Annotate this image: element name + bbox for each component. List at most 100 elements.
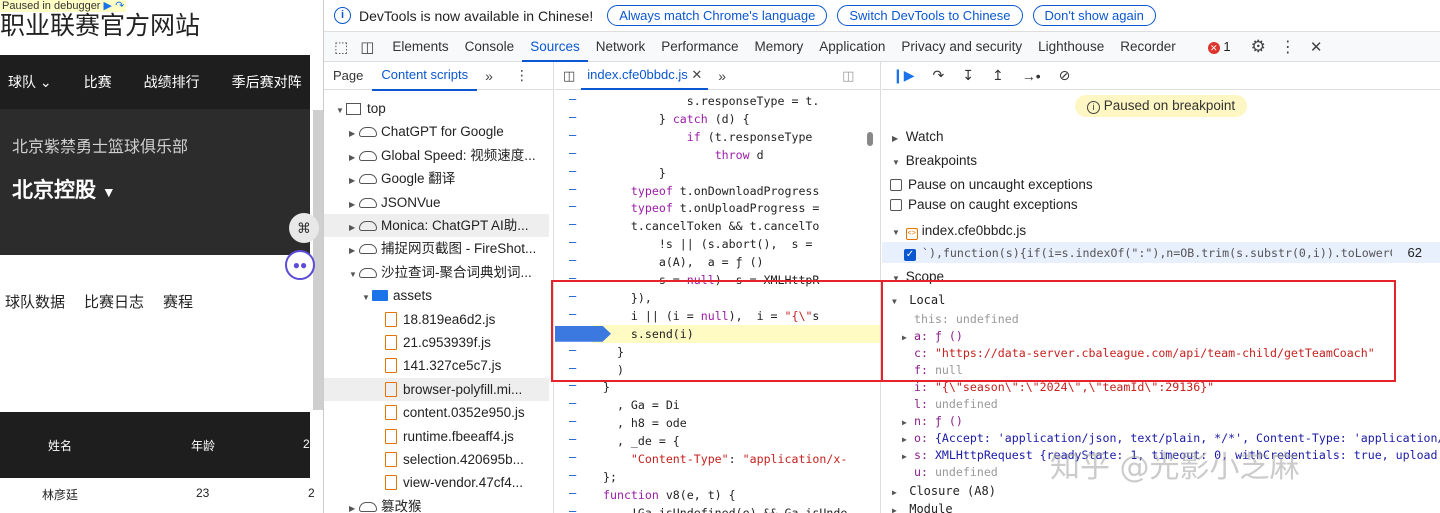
code-line[interactable]: a(A), a = ƒ () <box>555 253 880 271</box>
nav-item-standings[interactable]: 战绩排行 <box>144 72 200 92</box>
code-line[interactable]: if (t.responseType <box>555 128 880 146</box>
code-line[interactable]: typeof t.onUploadProgress = <box>555 199 880 217</box>
tree-item[interactable]: view-vendor.47cf4... <box>324 471 549 494</box>
nav-item-games[interactable]: 比赛 <box>84 72 112 92</box>
collapsed-arrow-icon[interactable]: ▶ <box>349 239 359 260</box>
nav-item-teams[interactable]: 球队 ⌄ <box>8 72 52 92</box>
code-line[interactable]: , h8 = ode <box>555 414 880 432</box>
tab-schedule[interactable]: 赛程 <box>163 291 193 312</box>
step-out-icon[interactable]: ↥ <box>992 67 1004 84</box>
pause-uncaught-checkbox[interactable] <box>890 179 902 191</box>
dont-show-again-button[interactable]: Don't show again <box>1032 5 1156 26</box>
tree-item[interactable]: ▶ JSONVue <box>324 191 549 214</box>
module-scope-header[interactable]: ▶ Module <box>882 499 1440 513</box>
collapsed-arrow-icon[interactable]: ▶ <box>349 216 359 237</box>
deactivate-breakpoints-icon[interactable]: ⊘ <box>1059 67 1071 84</box>
scope-variable[interactable]: l: undefined <box>902 396 998 413</box>
expanded-arrow-icon[interactable]: ▼ <box>336 99 346 120</box>
tree-item[interactable]: ▶ 篡改猴 <box>324 495 549 513</box>
step-over-icon[interactable]: ↷ <box>933 67 945 84</box>
step-icon[interactable]: →• <box>1022 68 1041 84</box>
page-scrollbar[interactable] <box>313 110 323 410</box>
expand-arrow-icon[interactable]: ▶ <box>902 414 914 431</box>
pause-caught-row[interactable]: Pause on caught exceptions <box>882 194 1440 216</box>
tree-item[interactable]: ▶ ChatGPT for Google <box>324 120 549 143</box>
command-icon[interactable]: ⌘ <box>289 213 319 243</box>
code-line[interactable]: } catch (d) { <box>555 110 880 128</box>
device-toggle-icon[interactable]: ◫ <box>360 38 374 56</box>
breakpoint-file-row[interactable]: ▼ <> index.cfe0bbdc.js <box>882 220 1440 242</box>
more-menu-icon[interactable]: ⋮ <box>1280 37 1296 57</box>
editor-scrollbar-thumb[interactable] <box>867 132 873 146</box>
tree-item[interactable]: 141.327ce5c7.js <box>324 354 549 377</box>
expanded-arrow-icon[interactable]: ▼ <box>349 263 359 284</box>
code-line[interactable]: !s || (s.abort(), s = <box>555 235 880 253</box>
pause-caught-checkbox[interactable] <box>890 199 902 211</box>
tree-item[interactable]: browser-polyfill.mi... <box>324 377 549 401</box>
tab-recorder[interactable]: Recorder <box>1112 32 1184 62</box>
tab-memory[interactable]: Memory <box>747 32 812 62</box>
tab-elements[interactable]: Elements <box>384 32 456 62</box>
code-line[interactable]: , _de = { <box>555 432 880 450</box>
step-into-icon[interactable]: ↧ <box>962 67 974 84</box>
code-line[interactable]: !Ga.isUndefined(e) && Ga.isUnde <box>555 504 880 513</box>
switch-to-chinese-button[interactable]: Switch DevTools to Chinese <box>837 5 1023 26</box>
tree-item[interactable]: ▼ assets <box>324 284 549 307</box>
navigator-menu-icon[interactable]: ⋮ <box>515 67 529 84</box>
breakpoints-section-header[interactable]: ▼ Breakpoints <box>882 150 1440 172</box>
code-line[interactable]: "Content-Type": "application/x- <box>555 450 880 468</box>
code-line[interactable]: throw d <box>555 146 880 164</box>
tab-team-data[interactable]: 球队数据 <box>5 291 65 312</box>
code-line[interactable]: s.responseType = t. <box>555 92 880 110</box>
tree-item[interactable]: 21.c953939f.js <box>324 331 549 354</box>
nav-item-playoffs[interactable]: 季后赛对阵 <box>232 72 302 92</box>
collapsed-arrow-icon[interactable]: ▶ <box>349 146 359 167</box>
match-language-button[interactable]: Always match Chrome's language <box>607 5 828 26</box>
tab-application[interactable]: Application <box>811 32 893 62</box>
table-row[interactable]: 林彦廷 23 2 <box>0 480 315 513</box>
tab-network[interactable]: Network <box>588 32 654 62</box>
error-badge[interactable]: ✕ 1 <box>1207 39 1231 54</box>
tree-item[interactable]: ▼ 沙拉查词-聚合词典划词... <box>324 261 549 284</box>
scope-variable[interactable]: u: undefined <box>902 464 998 481</box>
code-line[interactable]: , Ga = Di <box>555 396 880 414</box>
breakpoint-entry[interactable]: ✓ `),function(s){if(i=s.indexOf(":"),n=OB… <box>882 242 1440 263</box>
tree-item[interactable]: content.0352e950.js <box>324 401 549 424</box>
nav-tab-page[interactable]: Page <box>324 62 372 90</box>
tree-item[interactable]: ▶ 捕捉网页截图 - FireShot... <box>324 237 549 260</box>
tree-item[interactable]: 18.819ea6d2.js <box>324 308 549 331</box>
resume-script-icon[interactable]: ❙▶ <box>892 67 915 84</box>
collapsed-arrow-icon[interactable]: ▶ <box>349 193 359 214</box>
extension-assistant-icon[interactable]: ●● <box>285 250 315 280</box>
breakpoint-enabled-checkbox[interactable]: ✓ <box>904 249 916 261</box>
more-tabs-chevron-icon[interactable]: » <box>485 68 493 84</box>
collapsed-arrow-icon[interactable]: ▶ <box>349 122 359 143</box>
inspect-element-icon[interactable]: ⬚ <box>334 38 348 56</box>
expand-arrow-icon[interactable]: ▶ <box>902 431 914 448</box>
tree-item[interactable]: runtime.fbeeaff4.js <box>324 425 549 448</box>
tab-performance[interactable]: Performance <box>653 32 746 62</box>
toggle-debugger-icon[interactable]: ◫ <box>842 68 854 84</box>
resume-icon[interactable]: ▶ <box>104 0 112 12</box>
expanded-arrow-icon[interactable]: ▼ <box>362 286 372 307</box>
tab-lighthouse[interactable]: Lighthouse <box>1030 32 1112 62</box>
watch-section-header[interactable]: ▶ Watch <box>882 126 1440 148</box>
collapsed-arrow-icon[interactable]: ▶ <box>349 169 359 190</box>
code-line[interactable]: } <box>555 164 880 182</box>
tree-item[interactable]: selection.420695b... <box>324 448 549 471</box>
toggle-navigator-icon[interactable]: ◫ <box>563 68 575 84</box>
pause-uncaught-row[interactable]: Pause on uncaught exceptions <box>882 174 1440 196</box>
collapsed-arrow-icon[interactable]: ▶ <box>349 497 359 513</box>
code-line[interactable]: function v8(e, t) { <box>555 486 880 504</box>
expand-arrow-icon[interactable]: ▶ <box>902 448 914 465</box>
tree-item[interactable]: ▶ Global Speed: 视频速度... <box>324 144 549 167</box>
code-line[interactable]: }; <box>555 468 880 486</box>
code-line[interactable]: typeof t.onDownloadProgress <box>555 182 880 200</box>
close-icon[interactable]: ✕ <box>1310 38 1323 56</box>
editor-file-tab[interactable]: index.cfe0bbdc.js ✕ <box>581 62 709 90</box>
tab-game-log[interactable]: 比赛日志 <box>84 291 144 312</box>
scope-variable[interactable]: ▶ n: ƒ () <box>902 413 963 430</box>
code-line[interactable]: t.cancelToken && t.cancelTo <box>555 217 880 235</box>
tree-item[interactable]: ▶ Monica: ChatGPT AI助... <box>324 214 549 237</box>
nav-tab-content-scripts[interactable]: Content scripts <box>372 61 478 91</box>
